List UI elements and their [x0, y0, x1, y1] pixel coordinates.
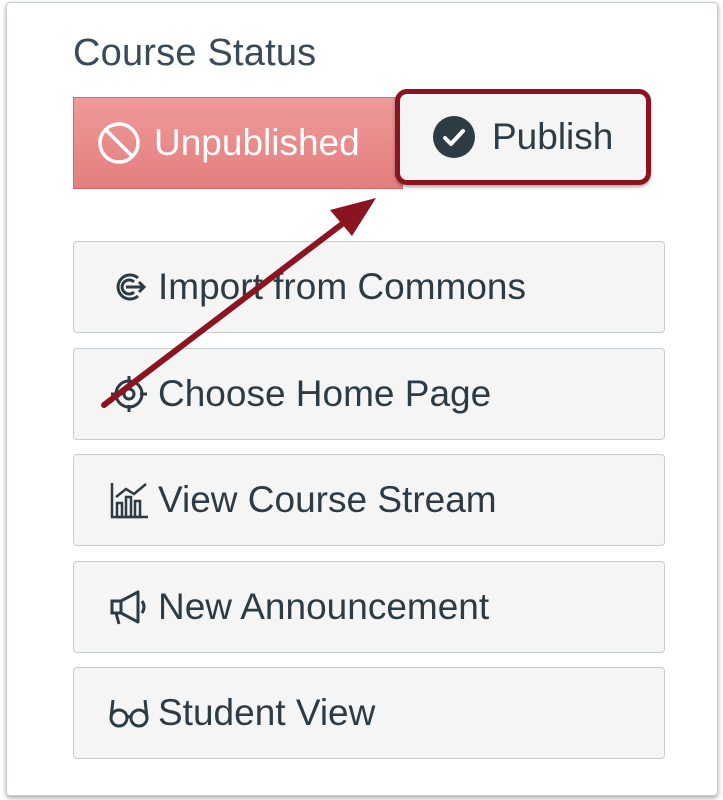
import-from-commons-label: Import from Commons: [158, 266, 527, 307]
new-announcement-button[interactable]: New Announcement: [73, 561, 665, 653]
choose-home-page-label: Choose Home Page: [158, 373, 492, 414]
cancel-circle-icon: [96, 120, 142, 166]
check-circle-icon: [432, 115, 476, 159]
publish-status-toggle: Unpublished Publish: [73, 89, 653, 189]
student-view-button[interactable]: Student View: [73, 667, 665, 759]
new-announcement-label: New Announcement: [158, 586, 490, 627]
unpublished-label: Unpublished: [154, 122, 360, 163]
glasses-icon: [108, 692, 150, 734]
choose-home-page-button[interactable]: Choose Home Page: [73, 348, 665, 440]
view-course-stream-button[interactable]: View Course Stream: [73, 454, 665, 546]
publish-button[interactable]: Publish: [395, 89, 651, 185]
unpublished-button[interactable]: Unpublished: [73, 97, 403, 189]
megaphone-icon: [108, 586, 150, 628]
student-view-label: Student View: [158, 692, 376, 733]
publish-label: Publish: [492, 116, 614, 157]
stats-chart-icon: [108, 479, 150, 521]
target-icon: [108, 373, 150, 415]
view-course-stream-label: View Course Stream: [158, 479, 497, 520]
commons-icon: [108, 266, 150, 308]
panel-title: Course Status: [73, 32, 317, 74]
import-from-commons-button[interactable]: Import from Commons: [73, 241, 665, 333]
